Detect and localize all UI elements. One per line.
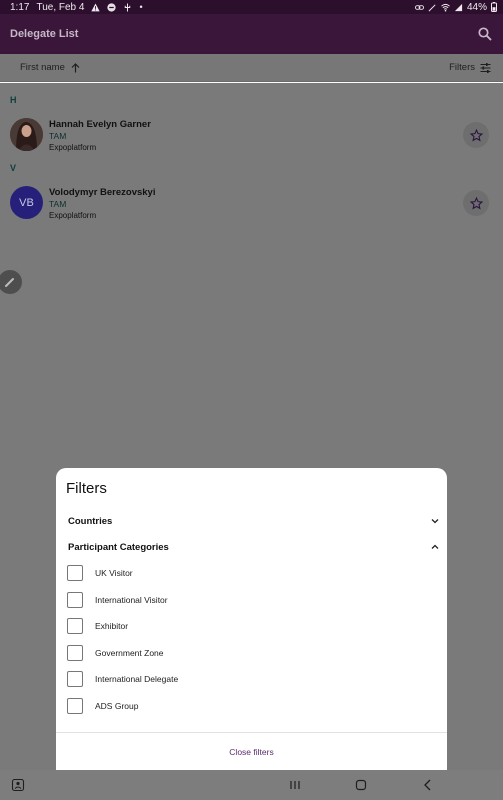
checkbox[interactable] [67,697,83,714]
home-icon[interactable] [354,778,368,792]
section-label: Participant Categories [68,541,169,553]
arrow-up-icon [71,62,80,72]
filter-option[interactable]: International Visitor [67,591,168,608]
filter-option[interactable]: ADS Group [67,697,138,714]
sort-label: First name [20,62,65,73]
favorite-button[interactable] [463,190,489,216]
filter-option[interactable]: International Delegate [67,670,178,687]
filters-sheet-title: Filters [66,480,107,497]
option-label: Government Zone [95,647,164,658]
delegate-row[interactable]: VB Volodymyr Berezovskyi TAM Expoplatfor… [0,179,503,229]
checkbox[interactable] [67,564,83,581]
option-label: International Visitor [95,594,168,605]
filters-label: Filters [449,62,475,73]
chevron-down-icon [431,519,439,524]
checkbox[interactable] [67,670,83,687]
wifi-icon [441,3,450,12]
section-participant-categories[interactable]: Participant Categories [68,539,440,555]
option-label: Exhibitor [95,620,129,631]
section-countries[interactable]: Countries [68,513,440,529]
edit-floating-button[interactable] [0,270,22,294]
status-date: Tue, Feb 4 [36,1,85,13]
favorite-button[interactable] [463,122,489,148]
pencil-icon [5,278,14,287]
section-letter: H [10,95,17,105]
app-bar: Delegate List [0,14,503,54]
filters-sheet-footer: Close filters [56,732,447,770]
star-icon [469,196,483,209]
recent-apps-icon[interactable] [288,778,302,792]
filters-button[interactable]: Filters [449,62,491,73]
back-icon[interactable] [421,778,435,792]
search-icon[interactable] [477,26,493,42]
notification-dot-icon: • [139,2,143,12]
option-label: ADS Group [95,700,139,711]
filter-option[interactable]: UK Visitor [67,564,133,581]
delegate-organization: Expoplatform [49,143,97,152]
link-icon [414,4,424,10]
page-title: Delegate List [10,28,79,40]
usb-icon [125,2,131,12]
status-time: 1:17 [10,1,30,13]
delegate-role: TAM [49,199,67,209]
avatar [10,118,43,151]
delegate-role: TAM [49,131,67,141]
signal-icon [454,3,463,11]
status-bar: 1:17 Tue, Feb 4 • 44% [0,0,503,14]
delegate-organization: Expoplatform [49,211,97,220]
avatar: VB [10,186,43,219]
sort-filter-bar: First name Filters [0,54,503,82]
system-navigation-bar [0,770,503,800]
checkbox[interactable] [67,617,83,634]
accessibility-icon[interactable] [11,778,25,792]
filter-option[interactable]: Exhibitor [67,617,128,634]
filters-sheet: Filters Countries Participant Categories… [56,468,447,770]
option-label: UK Visitor [95,567,133,578]
battery-percent: 44% [466,1,487,13]
checkbox[interactable] [67,591,83,608]
section-letter: V [10,163,17,173]
battery-icon [491,2,497,12]
section-label: Countries [68,515,113,527]
close-filters-button[interactable]: Close filters [229,747,273,757]
chevron-up-icon [431,544,439,549]
delegate-name: Hannah Evelyn Garner [49,119,151,130]
delegate-row[interactable]: Hannah Evelyn Garner TAM Expoplatform [0,111,503,161]
star-icon [469,128,483,141]
filter-option[interactable]: Government Zone [67,644,164,661]
tune-icon [480,62,491,73]
checkbox[interactable] [67,644,83,661]
sort-button[interactable]: First name [20,62,80,73]
warning-icon [91,2,101,11]
edit-status-icon [428,3,436,11]
delegate-name: Volodymyr Berezovskyi [49,187,156,198]
option-label: International Delegate [95,673,179,684]
app-notification-icon [107,2,117,12]
